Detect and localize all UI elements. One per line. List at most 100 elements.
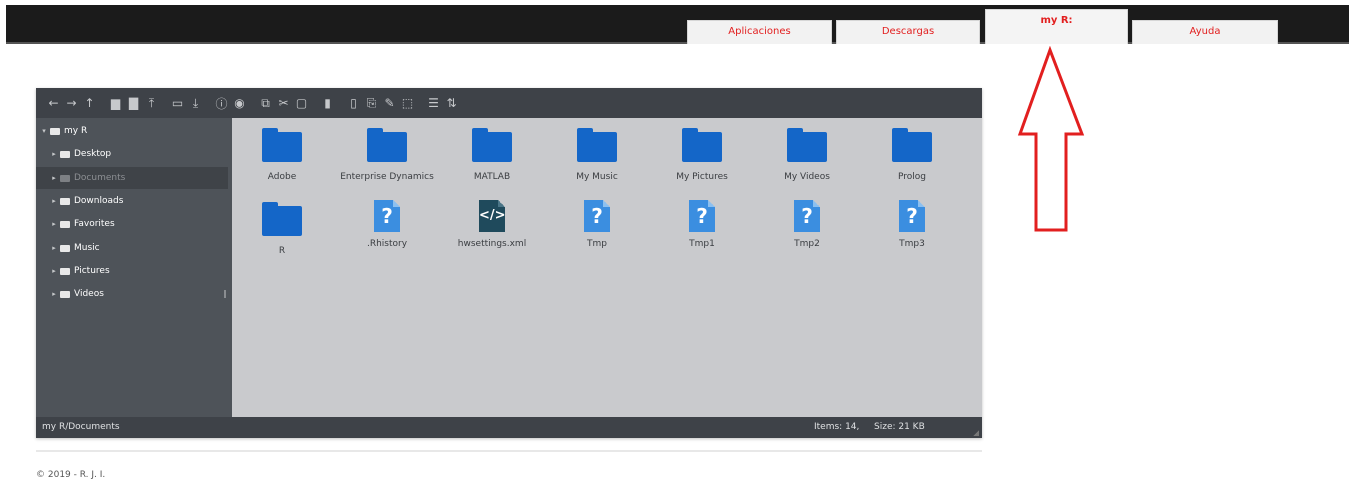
folder-icon xyxy=(262,128,302,162)
file-item[interactable]: My Music xyxy=(547,126,647,183)
folder-icon xyxy=(892,128,932,162)
upload-icon[interactable]: ⤒ xyxy=(144,94,159,112)
folder-icon xyxy=(367,128,407,162)
folder-icon xyxy=(50,127,60,135)
file-name: Tmp2 xyxy=(794,239,820,249)
file-item[interactable]: ? Tmp3 xyxy=(862,200,962,250)
collapsed-caret-icon[interactable]: ▸ xyxy=(50,174,58,182)
file-item[interactable]: MATLAB xyxy=(442,126,542,183)
download-icon[interactable]: ⤓ xyxy=(188,94,203,112)
file-manager: ← → ↑ ▆ ▇ ⤒ ▭ ⤓ ⓘ ◉ ⧉ ✂ ▢ ▮ ▯ ⎘ ✎ ⬚ ☰ ⇅ ▾ my R ▸ Desktop ▸ … xyxy=(36,88,982,438)
paste-icon[interactable]: ▢ xyxy=(294,94,309,112)
sidebar-item-music[interactable]: ▸ Music xyxy=(36,237,228,259)
collapsed-caret-icon[interactable]: ▸ xyxy=(50,150,58,158)
forward-icon[interactable]: → xyxy=(64,94,79,112)
tree-item-label: Videos xyxy=(74,289,104,299)
unknown-file-icon: ? xyxy=(374,200,400,232)
tab-aplicaciones[interactable]: Aplicaciones xyxy=(687,20,832,44)
info-icon[interactable]: ⓘ xyxy=(214,94,229,112)
file-name: My Music xyxy=(576,172,618,182)
sidebar-item-desktop[interactable]: ▸ Desktop xyxy=(36,143,228,165)
new-file-icon[interactable]: ▇ xyxy=(126,94,141,112)
file-item[interactable]: ? Tmp xyxy=(547,200,647,250)
sidebar-item-videos[interactable]: ▸ Videos xyxy=(36,283,228,305)
file-item[interactable]: Prolog xyxy=(862,126,962,183)
sidebar-item-downloads[interactable]: ▸ Downloads xyxy=(36,190,228,212)
tree-item-label: Favorites xyxy=(74,219,115,229)
file-item[interactable]: ? Tmp2 xyxy=(757,200,857,250)
file-name: .Rhistory xyxy=(366,239,408,249)
file-item[interactable]: R xyxy=(232,200,332,257)
expanded-caret-icon[interactable]: ▾ xyxy=(40,127,48,135)
file-item[interactable]: Enterprise Dynamics xyxy=(337,126,437,183)
file-item[interactable]: </> hwsettings.xml xyxy=(442,200,542,250)
rename-icon[interactable]: ⎘ xyxy=(364,94,379,112)
file-name: Tmp1 xyxy=(689,239,715,249)
folder-icon xyxy=(472,128,512,162)
file-item[interactable]: ? .Rhistory xyxy=(337,200,437,250)
unknown-file-icon: ? xyxy=(899,200,925,232)
file-name: Prolog xyxy=(898,172,926,182)
content-divider xyxy=(36,450,982,452)
collapsed-caret-icon[interactable]: ▸ xyxy=(50,197,58,205)
tab-my-r[interactable]: my R: xyxy=(985,9,1128,44)
up-icon[interactable]: ↑ xyxy=(82,94,97,112)
folder-tree: ▾ my R ▸ Desktop ▸ Documents ▸ Downloads… xyxy=(36,118,232,417)
back-icon[interactable]: ← xyxy=(46,94,61,112)
folder-icon xyxy=(577,128,617,162)
file-grid: Adobe Enterprise Dynamics MATLAB My Music My… xyxy=(232,118,982,417)
file-item[interactable]: My Videos xyxy=(757,126,857,183)
collapsed-caret-icon[interactable]: ▸ xyxy=(50,244,58,252)
folder-icon xyxy=(262,202,302,236)
sidebar-item-favorites[interactable]: ▸ Favorites xyxy=(36,213,228,235)
file-name: R xyxy=(278,246,286,256)
total-size: Size: 21 KB xyxy=(874,422,925,432)
folder-icon xyxy=(60,174,70,182)
delete-icon[interactable]: ▮ xyxy=(320,94,335,112)
item-count: Items: 14, xyxy=(814,422,860,432)
collapsed-caret-icon[interactable]: ▸ xyxy=(50,220,58,228)
folder-icon xyxy=(787,128,827,162)
file-name: Adobe xyxy=(267,172,297,182)
edit-icon[interactable]: ✎ xyxy=(382,94,397,112)
sidebar-item-documents[interactable]: ▸ Documents xyxy=(36,167,228,189)
open-icon[interactable]: ▭ xyxy=(170,94,185,112)
tab-descargas[interactable]: Descargas xyxy=(836,20,980,44)
resize-icon[interactable]: ⬚ xyxy=(400,94,415,112)
file-item[interactable]: ? Tmp1 xyxy=(652,200,752,250)
view-list-icon[interactable]: ☰ xyxy=(426,94,441,112)
sidebar-resize-handle[interactable] xyxy=(224,290,226,298)
collapsed-caret-icon[interactable]: ▸ xyxy=(50,290,58,298)
folder-icon xyxy=(60,290,70,298)
tree-item-label: Downloads xyxy=(74,196,124,206)
tree-item-label: Desktop xyxy=(74,149,112,159)
folder-icon xyxy=(60,197,70,205)
folder-icon xyxy=(60,220,70,228)
status-bar: my R/Documents Items: 14, Size: 21 KB xyxy=(36,417,982,438)
folder-icon xyxy=(60,244,70,252)
tree-item-label: Documents xyxy=(74,173,126,183)
copy-icon[interactable]: ⧉ xyxy=(258,94,273,112)
tree-root-my-r[interactable]: ▾ my R xyxy=(36,120,228,142)
file-item[interactable]: My Pictures xyxy=(652,126,752,183)
cut-icon[interactable]: ✂ xyxy=(276,94,291,112)
preview-icon[interactable]: ◉ xyxy=(232,94,247,112)
file-name: Enterprise Dynamics xyxy=(340,172,434,182)
tree-item-label: Music xyxy=(74,243,100,253)
red-arrow-annotation xyxy=(1017,46,1085,232)
folder-icon xyxy=(682,128,722,162)
resize-grip-icon[interactable] xyxy=(973,430,979,436)
unknown-file-icon: ? xyxy=(584,200,610,232)
tree-item-label: my R xyxy=(64,126,88,136)
code-file-icon: </> xyxy=(479,200,506,232)
duplicate-icon[interactable]: ▯ xyxy=(346,94,361,112)
unknown-file-icon: ? xyxy=(689,200,715,232)
collapsed-caret-icon[interactable]: ▸ xyxy=(50,267,58,275)
new-folder-icon[interactable]: ▆ xyxy=(108,94,123,112)
tab-ayuda[interactable]: Ayuda xyxy=(1132,20,1278,44)
file-name: hwsettings.xml xyxy=(457,239,527,249)
file-item[interactable]: Adobe xyxy=(232,126,332,183)
file-name: Tmp xyxy=(587,239,607,249)
sidebar-item-pictures[interactable]: ▸ Pictures xyxy=(36,260,228,282)
sort-icon[interactable]: ⇅ xyxy=(444,94,459,112)
